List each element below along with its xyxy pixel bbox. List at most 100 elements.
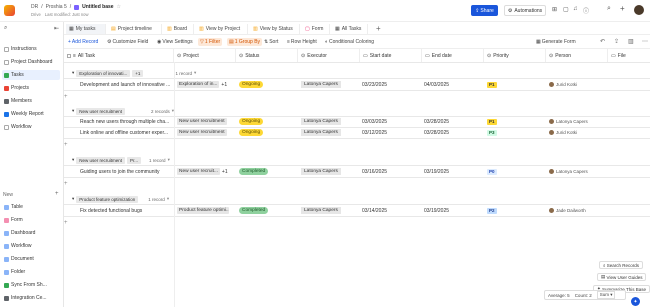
chevron-down-icon[interactable]: ▾ xyxy=(72,70,74,76)
status-cell[interactable]: Completed xyxy=(239,206,269,215)
base-title[interactable]: Untitled base xyxy=(82,4,113,10)
sum-stat[interactable]: Sum ▾ xyxy=(596,291,616,299)
status-cell[interactable]: Ongoing xyxy=(239,80,264,89)
group-by-button[interactable]: ▤ 1 Group By xyxy=(227,38,263,46)
status-cell[interactable]: Ongoing xyxy=(239,128,264,137)
project-cell[interactable]: New user recruit... +1 xyxy=(177,167,235,176)
customize-field-button[interactable]: ⚙ Customize Field xyxy=(105,38,150,46)
task-cell[interactable]: Link online and offline customer exper..… xyxy=(80,128,172,137)
column-header-file[interactable]: ▭ File xyxy=(608,49,650,62)
sort-button[interactable]: ⇅ Sort xyxy=(262,38,280,46)
comment-icon[interactable]: ▢ xyxy=(563,6,569,13)
sidebar-item-instructions[interactable]: Instructions xyxy=(2,44,60,54)
start-date-cell[interactable]: 03/16/2025 xyxy=(362,167,387,176)
app-logo-icon[interactable] xyxy=(4,5,15,16)
end-date-cell[interactable]: 03/28/2025 xyxy=(424,117,449,126)
person-cell[interactable]: Jade Dailworth xyxy=(549,206,586,215)
chevron-down-icon[interactable]: ▾ xyxy=(72,108,74,114)
new-item-table[interactable]: Table xyxy=(2,202,60,212)
start-date-cell[interactable]: 03/12/2025 xyxy=(362,128,387,137)
end-date-cell[interactable]: 04/03/2025 xyxy=(424,80,449,89)
start-date-cell[interactable]: 03/14/2025 xyxy=(362,206,387,215)
sidebar-item-members[interactable]: Members xyxy=(2,96,60,106)
more-icon[interactable]: ⊞ xyxy=(552,6,557,13)
share-button[interactable]: ⇪ Share xyxy=(471,5,498,16)
average-stat[interactable]: Average: 5 xyxy=(548,293,570,298)
checkbox-icon[interactable] xyxy=(67,53,71,58)
filter-button[interactable]: ▽ 1 Filter xyxy=(198,38,223,46)
end-date-cell[interactable]: 03/19/2025 xyxy=(424,167,449,176)
status-cell[interactable]: Ongoing xyxy=(239,117,264,126)
search-icon[interactable]: ⌕ xyxy=(607,5,611,13)
column-header-status[interactable]: ⊙ Status xyxy=(236,49,298,62)
chevron-down-icon[interactable]: ▾ xyxy=(168,157,170,163)
column-header-executor[interactable]: ⊙ Executor xyxy=(298,49,360,62)
column-header-start-date[interactable]: ▭ Start date xyxy=(360,49,422,62)
breadcrumb-space[interactable]: Proshia 5 xyxy=(46,4,67,10)
chevron-down-icon[interactable]: ▾ xyxy=(72,196,74,202)
tab-board[interactable]: ▥ Board xyxy=(164,24,194,34)
new-item-integration[interactable]: Integration Ce... xyxy=(2,293,60,303)
executor-cell[interactable]: Latonya Capers xyxy=(301,167,341,176)
group-header[interactable]: ▾ Product feature optimization 1 record … xyxy=(72,195,169,203)
column-header-project[interactable]: ⊙ Project xyxy=(174,49,236,62)
tab-my-tasks[interactable]: ▦ My tasks xyxy=(66,24,106,34)
collapse-sidebar-icon[interactable]: ⇤ xyxy=(54,25,59,32)
group-header[interactable]: ▾ New user recruitment Pr... 1 record ▾ xyxy=(72,156,170,164)
tab-all-tasks[interactable]: ▦ All Tasks xyxy=(332,24,368,34)
add-record-button[interactable]: + Add Record xyxy=(66,38,100,46)
group-header[interactable]: ▾ New user recruitment 2 records ▾ xyxy=(72,107,174,115)
group-header[interactable]: ▾ Exploration of innovati... +1 1 record… xyxy=(72,69,196,77)
project-cell[interactable]: Exploration of in... +1 xyxy=(177,80,235,89)
ai-assistant-button[interactable]: ✦ xyxy=(631,297,640,306)
person-cell[interactable]: Jurid Kotki xyxy=(549,80,577,89)
add-record-row[interactable]: + xyxy=(64,179,68,188)
new-item-sync[interactable]: Sync From Sh... xyxy=(2,280,60,290)
sidebar-item-project-dashboard[interactable]: Project Dashboard xyxy=(2,57,60,67)
undo-icon[interactable]: ↶ xyxy=(600,38,605,45)
add-record-row[interactable]: + xyxy=(64,140,68,149)
new-item-form[interactable]: Form xyxy=(2,215,60,225)
row-height-button[interactable]: ≡ Row Height xyxy=(285,38,319,46)
view-user-guides-button[interactable]: ▤ View User Guides xyxy=(597,273,647,281)
star-icon[interactable]: ☆ xyxy=(117,4,121,10)
tab-view-by-project[interactable]: ▥ View by Project xyxy=(196,24,248,34)
sidebar-item-projects[interactable]: Projects xyxy=(2,83,60,93)
chevron-down-icon[interactable]: ▾ xyxy=(167,196,169,202)
automations-button[interactable]: ⚙ Automations xyxy=(504,5,546,16)
add-view-icon[interactable]: + xyxy=(376,24,381,33)
avatar[interactable] xyxy=(634,5,644,15)
status-cell[interactable]: Completed xyxy=(239,167,269,176)
task-cell[interactable]: Reach new users through multiple cha... xyxy=(80,117,172,126)
column-header-task[interactable]: ≡ All Task xyxy=(64,49,174,62)
column-header-priority[interactable]: ⊙ Priority xyxy=(484,49,546,62)
sidebar-item-tasks[interactable]: Tasks xyxy=(2,70,60,80)
conditional-coloring-button[interactable]: ◐ Conditional Coloring xyxy=(323,38,376,46)
executor-cell[interactable]: Latonya Capers xyxy=(301,128,341,137)
column-header-end-date[interactable]: ▭ End date xyxy=(422,49,484,62)
executor-cell[interactable]: Latonya Capers xyxy=(301,117,341,126)
add-record-row[interactable]: + xyxy=(64,218,68,227)
project-cell[interactable]: Product feature optimi... xyxy=(177,206,235,215)
sidebar-item-workflow[interactable]: Workflow xyxy=(2,122,60,132)
project-cell[interactable]: New user recruitment xyxy=(177,128,235,137)
search-records-button[interactable]: ⌕ Search Records xyxy=(599,261,644,269)
priority-cell[interactable]: P3 xyxy=(487,128,497,137)
generate-form-button[interactable]: ▦ Generate Form xyxy=(534,38,578,46)
new-item-workflow[interactable]: Workflow xyxy=(2,241,60,251)
task-cell[interactable]: Guiding users to join the community xyxy=(80,167,172,176)
tab-view-by-status[interactable]: ▥ View by Status xyxy=(250,24,300,34)
share-view-icon[interactable]: ⇪ xyxy=(614,38,619,45)
bell-icon[interactable]: ♫ xyxy=(573,6,578,12)
columns-icon[interactable]: ▥ xyxy=(628,38,634,45)
priority-cell[interactable]: P0 xyxy=(487,167,497,176)
new-item-document[interactable]: Document xyxy=(2,254,60,264)
new-item-dashboard[interactable]: Dashboard xyxy=(2,228,60,238)
info-icon[interactable]: ⓘ xyxy=(583,6,589,15)
end-date-cell[interactable]: 03/19/2025 xyxy=(424,206,449,215)
search-icon[interactable]: ⌕ xyxy=(4,25,7,32)
view-settings-button[interactable]: ◉ View Settings xyxy=(155,38,195,46)
new-item-folder[interactable]: Folder xyxy=(2,267,60,277)
column-header-person[interactable]: ⊙ Person xyxy=(546,49,608,62)
task-cell[interactable]: Fix detected functional bugs xyxy=(80,206,172,215)
